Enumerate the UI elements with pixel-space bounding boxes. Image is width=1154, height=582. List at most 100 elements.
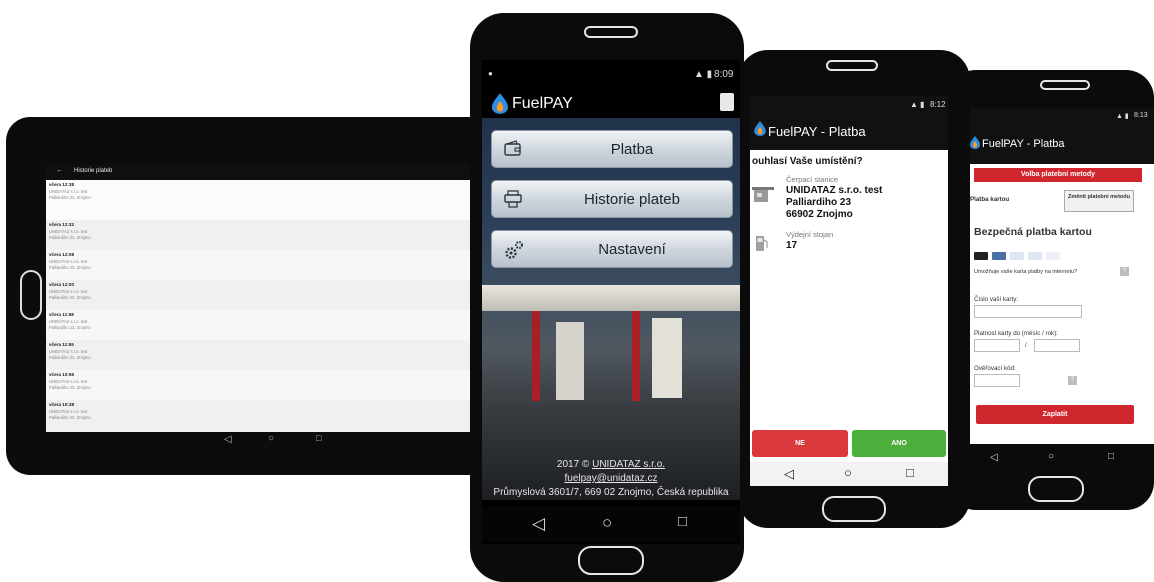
tablet-home-button[interactable] — [20, 270, 42, 320]
nav-home-icon[interactable]: ○ — [844, 465, 852, 480]
change-method-button[interactable]: Změnit platební metodu — [1064, 190, 1134, 212]
fuel-station-icon — [752, 184, 774, 204]
app-title: FuelPAY — [512, 95, 573, 112]
cvc-field[interactable] — [974, 374, 1020, 387]
company-link[interactable]: UNIDATAZ s.r.o. — [592, 459, 665, 470]
back-arrow-icon[interactable]: ← — [56, 167, 63, 174]
expiry-year-field[interactable] — [1034, 339, 1080, 352]
nav-back-icon[interactable]: ◁ — [532, 514, 545, 534]
decline-button[interactable]: NE — [752, 430, 848, 457]
signal-battery-icon: ▲ ▮ — [694, 69, 713, 80]
email-link[interactable]: fuelpay@unidataz.cz — [565, 473, 658, 484]
wallet-icon — [503, 139, 523, 159]
menu-label: Platba — [610, 141, 654, 158]
table-row[interactable]: včera 11:58 UNIDATAZ s.r.o. test Palliardi… — [46, 310, 496, 341]
menu-item-platba[interactable]: Platba — [491, 130, 733, 168]
table-row[interactable]: včera 12:32 UNIDATAZ s.r.o. test Palliardi… — [46, 220, 496, 251]
signal-battery-icon: ▲ ▮ — [910, 100, 925, 109]
app-bar: FuelPAY - Platba — [750, 112, 948, 150]
menu-label: Historie plateb — [584, 191, 680, 208]
fuel-pump — [652, 318, 682, 398]
nav-home-icon[interactable]: ○ — [268, 433, 274, 444]
expiry-label: Platnost karty do (měsíc / rok): — [974, 330, 1058, 337]
nav-recent-icon[interactable]: □ — [678, 513, 687, 530]
gears-icon — [503, 239, 523, 259]
expiry-month-field[interactable] — [974, 339, 1020, 352]
card-number-label: Číslo vaší karty: — [974, 296, 1019, 303]
nav-back-icon[interactable]: ◁ — [784, 466, 794, 482]
page-title: FuelPAY - Platba — [768, 124, 866, 139]
page-title: Historie plateb — [74, 168, 113, 174]
payment-screen: ▲ ▮ 8:13 FuelPAY - Platba Volba platební… — [966, 108, 1154, 444]
maestro-icon — [992, 252, 1006, 260]
help-icon[interactable]: ? — [1068, 376, 1077, 385]
nav-home-icon[interactable]: ○ — [602, 513, 612, 533]
location-screen: ▲ ▮ 8:12 FuelPAY - Platba ouhlasí Vaše u… — [750, 96, 948, 486]
table-row[interactable]: včera 10:56 UNIDATAZ s.r.o. test Palliardi… — [46, 370, 496, 401]
nav-back-icon[interactable]: ◁ — [224, 434, 232, 445]
status-bar: ▲ ▮ 8:13 — [966, 108, 1154, 124]
nav-recent-icon[interactable]: □ — [1108, 451, 1114, 462]
flame-logo-icon — [492, 93, 508, 119]
tablet-screen: ← Historie plateb včera 12:38 UNIDATAZ s… — [46, 164, 496, 432]
page-title: FuelPAY - Platba — [982, 138, 1065, 150]
footer-copyright: 2017 © — [556, 459, 593, 470]
visa-electron-icon — [1028, 252, 1042, 260]
android-icon: ● — [488, 69, 493, 78]
internet-payment-note: Umožňuje vaše karta platby na internetu? — [974, 269, 1078, 275]
speaker-slot — [584, 26, 638, 38]
diners-icon — [1046, 252, 1060, 260]
pay-button[interactable]: Zaplatit — [976, 405, 1134, 424]
home-button[interactable] — [1028, 476, 1084, 502]
nav-back-icon[interactable]: ◁ — [990, 452, 998, 463]
fuel-pump-icon — [754, 234, 768, 252]
tablet-app-bar: ← Historie plateb — [46, 164, 496, 180]
status-bar: ● ▲ ▮ 8:09 — [482, 60, 740, 88]
row-address: Palliardiho 23, Znojmo — [49, 195, 91, 200]
nav-recent-icon[interactable]: □ — [316, 433, 321, 443]
nav-bar: ◁ ○ □ — [750, 462, 948, 486]
flame-logo-icon — [754, 121, 766, 139]
status-time: 8:09 — [714, 69, 734, 80]
signal-battery-icon: ▲ ▮ — [1116, 113, 1129, 120]
pump-label: Výdejní stojan — [786, 230, 834, 239]
app-bar: FuelPAY — [482, 88, 740, 118]
status-time: 8:12 — [930, 100, 946, 109]
tablet-nav-bar: ◁ ○ □ — [46, 432, 496, 450]
pump-pillar — [532, 311, 540, 401]
accept-button[interactable]: ANO — [852, 430, 946, 457]
table-row[interactable]: včera 12:00 UNIDATAZ s.r.o. test Palliardi… — [46, 280, 496, 311]
method-header: Volba platební metody — [974, 168, 1142, 182]
home-button[interactable] — [822, 496, 886, 522]
card-logos — [974, 252, 1094, 261]
station-city: 66902 Znojmo — [786, 209, 853, 220]
nav-home-icon[interactable]: ○ — [1048, 451, 1054, 462]
menu-item-historie[interactable]: Historie plateb — [491, 180, 733, 218]
speaker-slot — [826, 60, 878, 71]
visa-icon — [1010, 252, 1024, 260]
row-company: UNIDATAZ s.r.o. test — [49, 189, 88, 194]
row-time: včera 12:38 — [49, 182, 75, 187]
method-label: Platba kartou — [970, 196, 1010, 203]
flame-logo-icon — [970, 136, 980, 152]
speaker-slot — [1040, 80, 1090, 90]
station-label: Čerpací stanice — [786, 175, 839, 184]
menu-label: Nastavení — [598, 241, 666, 258]
home-button[interactable] — [578, 546, 644, 575]
table-row[interactable]: včera 12:38 UNIDATAZ s.r.o. test Palliar… — [46, 180, 496, 232]
station-street: Palliardiho 23 — [786, 197, 852, 208]
fuel-pump — [556, 322, 584, 400]
card-number-field[interactable] — [974, 305, 1082, 318]
gas-station-canopy — [482, 285, 740, 311]
mastercard-icon — [974, 252, 988, 260]
pump-pillar — [632, 311, 640, 401]
payment-nav-bar: ◁ ○ □ — [966, 444, 1154, 472]
table-row[interactable]: včera 10:38 UNIDATAZ s.r.o. test Palliardi… — [46, 400, 496, 432]
footer: 2017 © UNIDATAZ s.r.o. fuelpay@unidataz.… — [482, 458, 740, 500]
help-icon[interactable]: ? — [1120, 267, 1129, 276]
contact-book-icon[interactable] — [720, 93, 734, 111]
table-row[interactable]: včera 12:08 UNIDATAZ s.r.o. test Palliardi… — [46, 250, 496, 281]
table-row[interactable]: včera 11:55 UNIDATAZ s.r.o. test Palliardi… — [46, 340, 496, 371]
menu-item-nastaveni[interactable]: Nastavení — [491, 230, 733, 268]
nav-recent-icon[interactable]: □ — [906, 465, 914, 480]
